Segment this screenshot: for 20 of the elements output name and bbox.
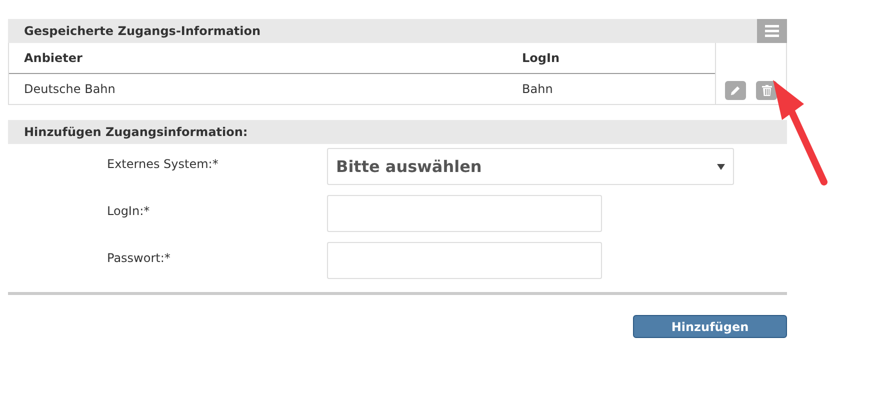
- password-field[interactable]: [327, 242, 602, 279]
- trash-icon: [762, 85, 772, 96]
- caret-icon: [717, 164, 725, 170]
- select-field[interactable]: Bitte auswählen: [327, 148, 734, 185]
- delete-button[interactable]: [756, 81, 777, 100]
- input-field[interactable]: [327, 195, 602, 232]
- edit-button[interactable]: [725, 81, 746, 100]
- add-button[interactable]: Hinzufügen: [633, 315, 787, 338]
- field-label: LogIn:*: [106, 202, 151, 220]
- column-header: LogIn: [522, 50, 560, 67]
- menu-button[interactable]: [757, 19, 787, 43]
- field-label: Externes System:*: [106, 156, 220, 172]
- menu-icon: [765, 25, 779, 37]
- table-cell-text: Deutsche Bahn: [23, 81, 116, 98]
- panel-title: Gespeicherte Zugangs-Information: [23, 23, 261, 40]
- field-label: Passwort:*: [106, 250, 172, 266]
- panel-title: Hinzufügen Zugangsinformation:: [23, 124, 248, 141]
- column-header: Anbieter: [23, 50, 84, 67]
- table-cell-text: Bahn: [522, 81, 553, 98]
- pencil-icon: [730, 85, 741, 96]
